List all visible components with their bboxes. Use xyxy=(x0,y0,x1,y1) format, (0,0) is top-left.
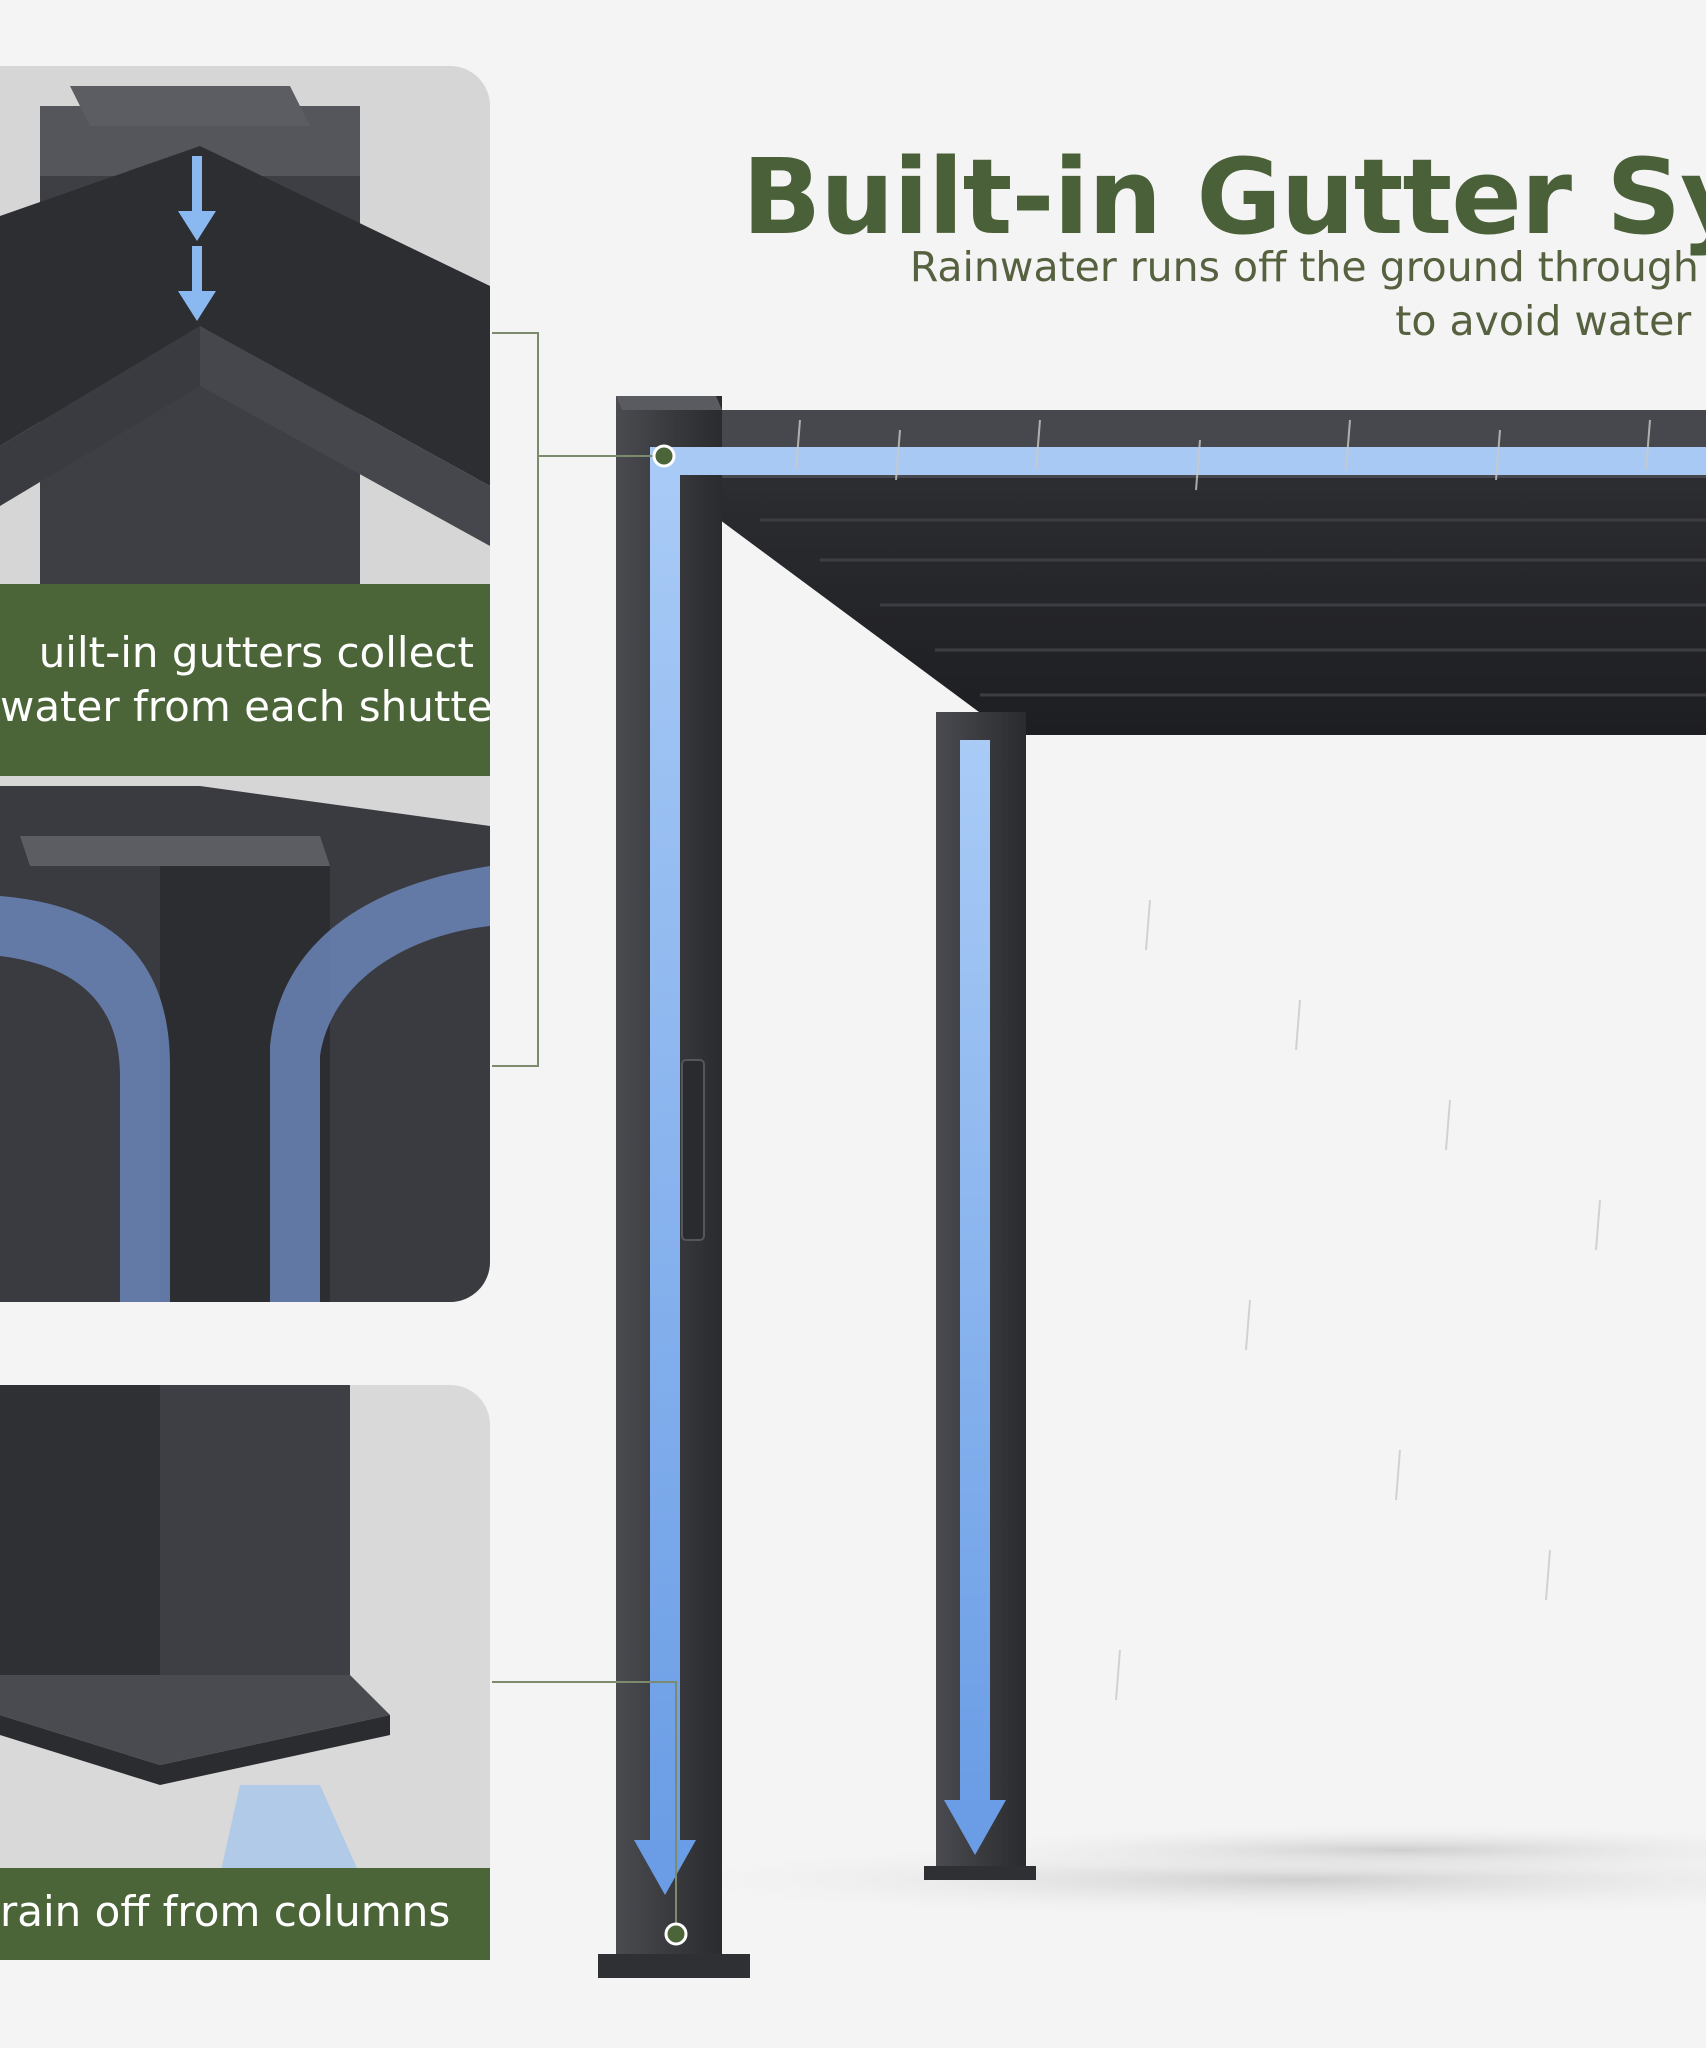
back-post-base xyxy=(924,1866,1036,1880)
page-title: Built-in Gutter Syste xyxy=(742,135,1706,258)
front-post-cap xyxy=(616,396,722,410)
front-beam-edge xyxy=(700,478,1706,492)
subtitle-line: to avoid water pooling on rainy xyxy=(1395,297,1706,345)
callout-dot xyxy=(652,444,676,468)
roof-underside xyxy=(720,490,1706,735)
callout-dot xyxy=(664,1922,688,1946)
caption-line: uilt-in gutters collect xyxy=(38,628,474,677)
subtitle-line: Rainwater runs off the ground through hi… xyxy=(909,243,1706,291)
columns-caption: rain off from columns xyxy=(0,1868,490,1960)
post-bracket xyxy=(681,1059,705,1241)
caption-line: water from each shutter xyxy=(0,682,490,731)
subtitle: Rainwater runs off the ground through hi… xyxy=(536,240,1706,348)
front-post-base xyxy=(598,1954,750,1978)
product-infographic: Built-in Gutter Syste Rainwater runs off… xyxy=(0,0,1706,2048)
gutter-caption: uilt-in gutters collect water from each … xyxy=(0,584,490,776)
caption-line: rain off from columns xyxy=(0,1887,451,1936)
